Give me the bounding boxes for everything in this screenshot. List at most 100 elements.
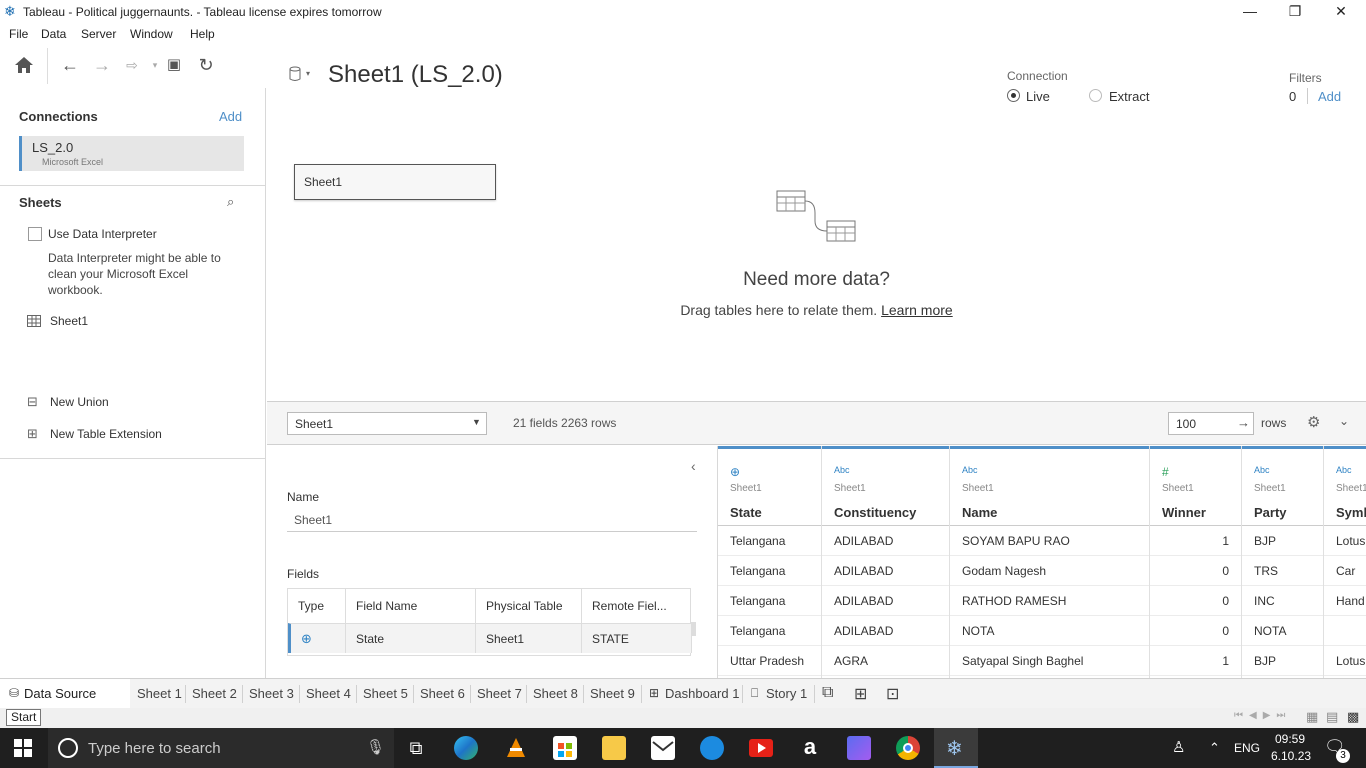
grid-cell[interactable]: Godam Nagesh [950, 556, 1149, 586]
globe-icon[interactable]: ⊕ [730, 465, 740, 479]
datasource-title[interactable]: Sheet1 (LS_2.0) [328, 61, 503, 89]
chevron-down-icon[interactable]: ▾ [306, 69, 310, 78]
new-table-extension-item[interactable]: New Table Extension [50, 427, 162, 441]
field-name-cell[interactable]: State [346, 623, 476, 653]
grid-cell[interactable]: SOYAM BAPU RAO [950, 526, 1149, 556]
use-data-interpreter-checkbox[interactable] [28, 227, 42, 241]
menu-window[interactable]: Window [130, 27, 173, 41]
grid-cell[interactable]: 0 [1150, 616, 1241, 646]
file-explorer-icon[interactable] [602, 736, 626, 760]
grid-cell[interactable]: 1 [1150, 526, 1241, 556]
tab-sheet-9[interactable]: Sheet 9 [590, 686, 635, 701]
physical-table-header[interactable]: Physical Table [476, 589, 582, 623]
arrow-right-icon[interactable]: → [1237, 415, 1250, 430]
type-header[interactable]: Type [288, 589, 346, 623]
grid-cell[interactable]: Uttar Pradesh [718, 646, 821, 676]
grid-cell[interactable] [1324, 616, 1366, 646]
grid-cell[interactable]: 0 [1150, 586, 1241, 616]
chevron-down-icon[interactable]: ⌄ [1339, 414, 1349, 428]
string-type-icon[interactable]: Abc [1336, 465, 1352, 475]
taskbar-search-box[interactable]: Type here to search 🎙 [48, 728, 394, 768]
database-icon[interactable] [289, 66, 303, 82]
grid-cell[interactable]: INC [1242, 586, 1323, 616]
restore-button[interactable]: ❐ [1272, 2, 1318, 22]
tab-view-icon[interactable]: ▤ [1326, 709, 1338, 725]
grid-cell[interactable]: ADILABAD [822, 586, 949, 616]
menu-data[interactable]: Data [41, 27, 66, 41]
grid-cell[interactable]: RATHOD RAMESH [950, 586, 1149, 616]
grid-cell[interactable]: ADILABAD [822, 616, 949, 646]
people-icon[interactable]: ♙ [1172, 738, 1185, 756]
column-header[interactable]: Abc Sheet1 Party [1242, 446, 1323, 526]
grid-cell[interactable]: Telangana [718, 586, 821, 616]
table-box-sheet1[interactable]: Sheet1 [294, 164, 496, 200]
menu-file[interactable]: File [9, 27, 28, 41]
grid-cell[interactable]: Hand [1324, 586, 1366, 616]
filmstrip-view-icon[interactable]: ▦ [1306, 709, 1318, 725]
column-header[interactable]: Abc Sheet1 Constituency [822, 446, 949, 526]
tab-sheet-8[interactable]: Sheet 8 [533, 686, 578, 701]
grid-cell[interactable]: 1 [1150, 646, 1241, 676]
vlc-icon[interactable] [504, 736, 528, 760]
tab-sheet-1[interactable]: Sheet 1 [137, 686, 182, 701]
close-button[interactable]: ✕ [1318, 2, 1364, 22]
tab-sheet-3[interactable]: Sheet 3 [249, 686, 294, 701]
menu-help[interactable]: Help [190, 27, 215, 41]
grid-cell[interactable]: Telangana [718, 616, 821, 646]
new-union-item[interactable]: New Union [50, 395, 109, 409]
tab-sheet-2[interactable]: Sheet 2 [192, 686, 237, 701]
task-view-icon[interactable]: ⧉ [404, 736, 428, 760]
grid-cell[interactable]: TRS [1242, 556, 1323, 586]
grid-cell[interactable]: Telangana [718, 526, 821, 556]
sheet-sorter-icon[interactable]: ▩ [1347, 709, 1359, 725]
add-connection-link[interactable]: Add [219, 109, 242, 124]
scrollbar[interactable] [691, 622, 696, 636]
tab-data-source[interactable]: ⛁ Data Source [0, 679, 130, 708]
learn-more-link[interactable]: Learn more [881, 302, 953, 318]
sheet-item-sheet1[interactable]: Sheet1 [50, 314, 88, 328]
home-icon[interactable] [14, 56, 34, 74]
gear-icon[interactable]: ⚙ [1307, 413, 1320, 431]
add-filter-link[interactable]: Add [1318, 89, 1341, 104]
chevron-up-icon[interactable]: ⌃ [1209, 740, 1220, 756]
minimize-button[interactable]: — [1227, 2, 1273, 22]
grid-cell[interactable]: Satyapal Singh Baghel [950, 646, 1149, 676]
new-dashboard-icon[interactable]: ⊞ [854, 684, 867, 704]
tab-dashboard-1[interactable]: Dashboard 1 [665, 686, 739, 701]
column-header[interactable]: ⊕ Sheet1 State [718, 446, 821, 526]
column-header[interactable]: # Sheet1 Winner [1150, 446, 1241, 526]
grid-cell[interactable]: ADILABAD [822, 526, 949, 556]
string-type-icon[interactable]: Abc [834, 465, 850, 475]
grid-cell[interactable]: NOTA [1242, 616, 1323, 646]
grid-cell[interactable]: AGRA [822, 646, 949, 676]
clock-time[interactable]: 09:59 [1275, 732, 1305, 746]
grid-cell[interactable]: BJP [1242, 646, 1323, 676]
amazon-icon[interactable]: a [798, 736, 822, 760]
language-indicator[interactable]: ENG [1234, 741, 1260, 755]
collapse-icon[interactable]: ‹ [691, 458, 696, 474]
search-icon[interactable]: ⌕ [227, 194, 234, 210]
rows-input[interactable]: 100 → [1168, 412, 1254, 435]
store-icon[interactable] [553, 736, 577, 760]
number-type-icon[interactable]: # [1162, 465, 1169, 479]
grid-cell[interactable]: Lotus [1324, 526, 1366, 556]
save-icon[interactable]: ▣ [162, 54, 186, 76]
column-header[interactable]: Abc Sheet1 Name [950, 446, 1149, 526]
extract-radio[interactable] [1089, 89, 1102, 102]
microphone-icon[interactable]: 🎙 [366, 738, 385, 756]
name-input[interactable]: Sheet1 [287, 508, 697, 532]
new-worksheet-icon[interactable]: ⧉ [822, 684, 833, 702]
editor-app-icon[interactable] [847, 736, 871, 760]
live-radio[interactable] [1007, 89, 1020, 102]
string-type-icon[interactable]: Abc [962, 465, 978, 475]
forward-icon[interactable]: → [90, 54, 114, 76]
back-icon[interactable]: ← [58, 54, 82, 76]
redo-icon[interactable]: ⇨ [120, 54, 144, 76]
refresh-icon[interactable]: ↻ [194, 54, 218, 76]
mail-icon[interactable] [651, 736, 675, 760]
chrome-icon[interactable] [896, 736, 920, 760]
table-select[interactable]: Sheet1 ▼ [287, 412, 487, 435]
tab-navigation-arrows[interactable]: ⏮◀▶⏭ [1234, 710, 1291, 721]
tab-sheet-5[interactable]: Sheet 5 [363, 686, 408, 701]
grid-cell[interactable]: NOTA [950, 616, 1149, 646]
